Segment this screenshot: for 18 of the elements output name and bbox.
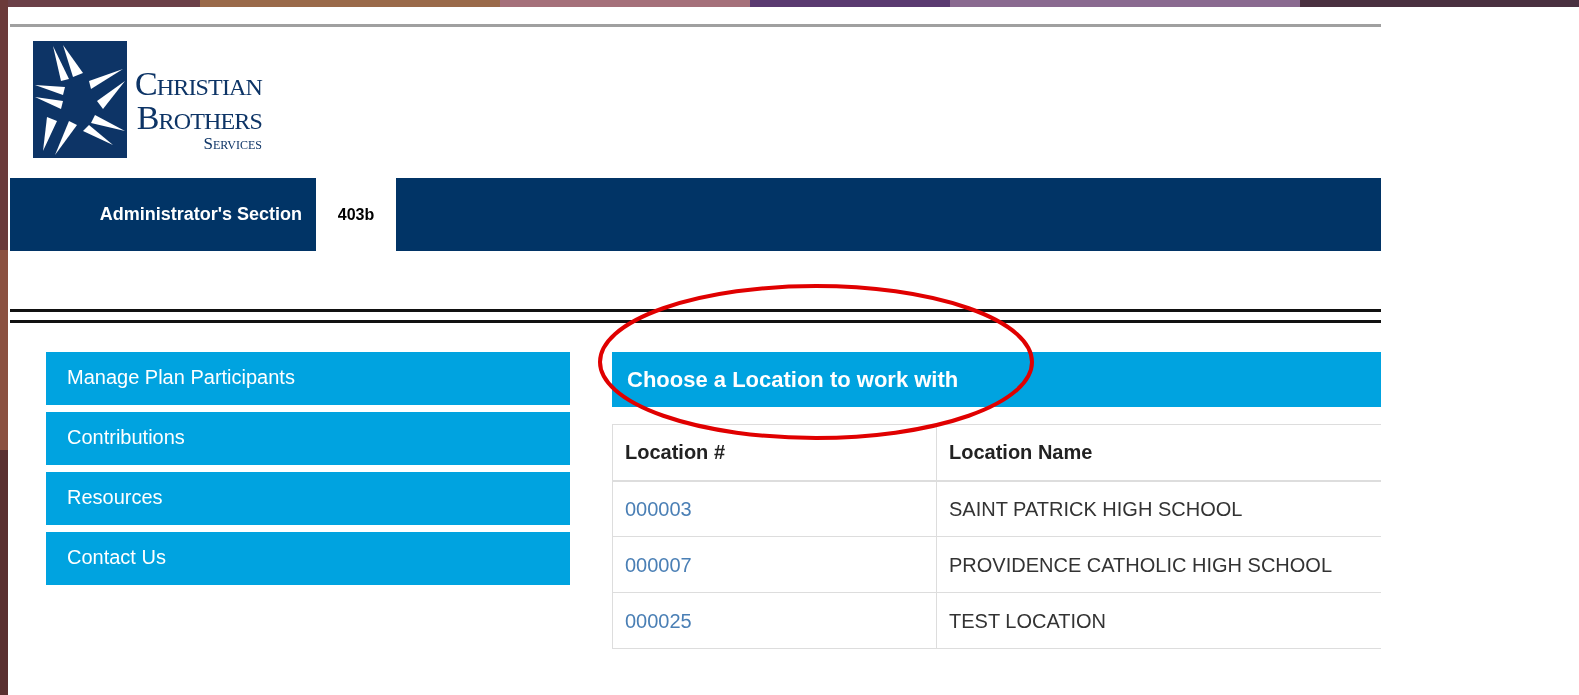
panel-title: Choose a Location to work with [627,366,959,394]
logo-text: Christian [135,66,263,101]
logo-text: Brothers [136,100,263,135]
sidebar-item[interactable]: Resources [46,472,570,525]
column-header: Location Name [936,424,1381,481]
table-cell: TEST LOCATION [936,592,1381,649]
logo-text: Services [203,134,263,152]
location-link[interactable]: 000007 [625,553,692,576]
location-link[interactable]: 000003 [625,497,692,520]
sidebar-item[interactable]: Contact Us [46,532,570,585]
column-header: Location # [612,424,937,481]
table-cell: PROVIDENCE CATHOLIC HIGH SCHOOL [936,536,1381,593]
section-title: Administrator's Section [99,203,302,226]
table-cell: SAINT PATRICK HIGH SCHOOL [936,480,1381,537]
location-link[interactable]: 000025 [625,609,692,632]
plan-label: 403b [336,204,376,225]
sidebar-item[interactable]: Manage Plan Participants [46,352,570,405]
sidebar-item[interactable]: Contributions [46,412,570,465]
